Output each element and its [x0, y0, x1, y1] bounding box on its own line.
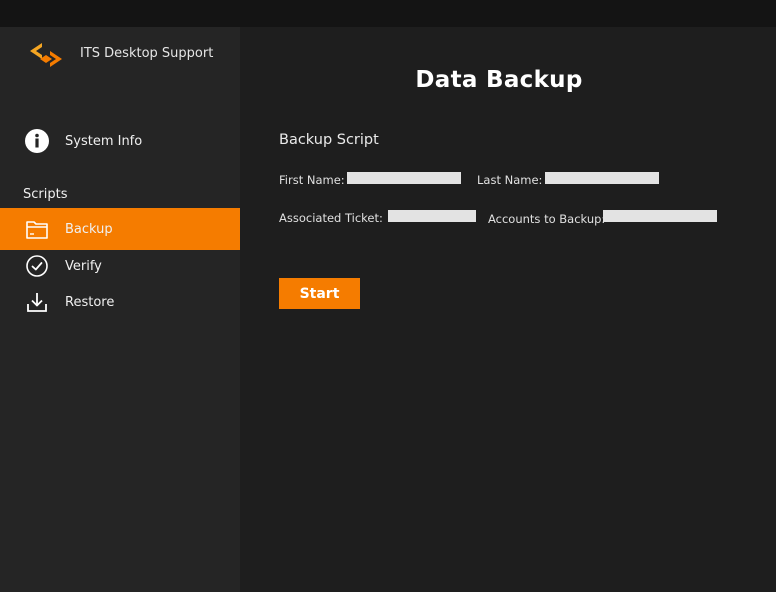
code-brackets-logo [30, 43, 62, 67]
main-content: Data Backup Backup Script First Name: La… [240, 27, 776, 592]
last-name-label: Last Name: [477, 173, 543, 187]
associated-ticket-field[interactable] [388, 210, 476, 222]
accounts-to-backup-field[interactable] [603, 210, 717, 222]
start-button[interactable]: Start [279, 278, 360, 309]
sidebar-item-label: Backup [65, 221, 113, 237]
info-icon [24, 128, 50, 154]
window-title-bar [0, 0, 776, 27]
download-icon [24, 289, 50, 315]
form-title: Backup Script [279, 132, 379, 148]
sidebar-item-label: Restore [65, 294, 115, 310]
sidebar: ITS Desktop Support System Info Scripts … [0, 27, 240, 592]
accounts-to-backup-label: Accounts to Backup: [488, 212, 606, 226]
app-title: ITS Desktop Support [80, 46, 214, 61]
sidebar-item-label: Verify [65, 258, 102, 274]
associated-ticket-label: Associated Ticket: [279, 211, 383, 225]
brand: ITS Desktop Support [28, 41, 213, 69]
sidebar-item-label: System Info [65, 133, 143, 149]
sidebar-item-restore[interactable]: Restore [0, 281, 240, 323]
folder-icon [24, 216, 50, 242]
check-circle-icon [24, 253, 50, 279]
first-name-field[interactable] [347, 172, 461, 184]
first-name-label: First Name: [279, 173, 345, 187]
sidebar-item-backup[interactable]: Backup [0, 208, 240, 250]
last-name-field[interactable] [545, 172, 659, 184]
scripts-section-label: Scripts [23, 187, 68, 202]
sidebar-item-system-info[interactable]: System Info [0, 120, 240, 162]
page-title: Data Backup [415, 67, 583, 93]
